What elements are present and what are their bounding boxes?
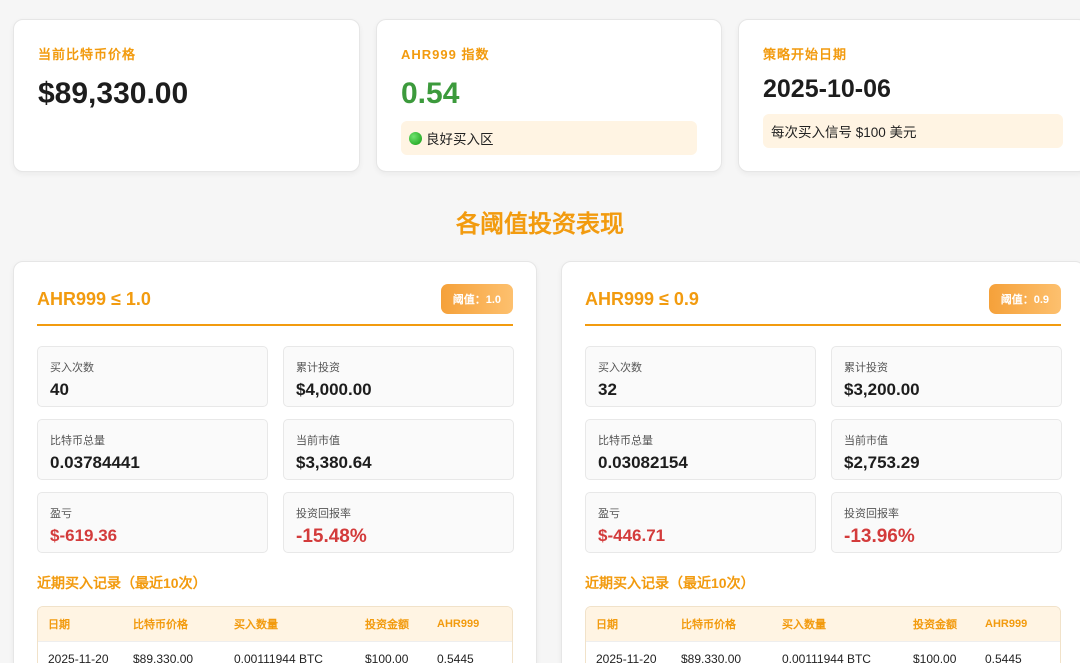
stat-value: $-446.71 xyxy=(598,526,666,545)
cell-date: 2025-11-20 xyxy=(596,651,657,663)
start-date-card: 策略开始日期 2025-10-06 每次买入信号 $100 美元 xyxy=(738,19,1080,172)
header-invest: 投资金额 xyxy=(913,619,957,631)
stat-label: 累计投资 xyxy=(844,362,888,374)
start-date-label: 策略开始日期 xyxy=(763,47,848,62)
header-amount: 买入数量 xyxy=(234,619,278,631)
ahr-zone-text: 良好买入区 xyxy=(426,132,494,147)
stat-roi: 投资回报率 -15.48% xyxy=(283,492,514,553)
records-table: 日期 比特币价格 买入数量 投资金额 AHR999 2025-11-20 $89… xyxy=(37,606,513,663)
ahr-index-label: AHR999 指数 xyxy=(401,47,490,62)
table-row: 2025-11-20 $89,330.00 0.00111944 BTC $10… xyxy=(586,641,1060,663)
buy-amount-note: 每次买入信号 $100 美元 xyxy=(763,114,1063,148)
stat-label: 买入次数 xyxy=(50,362,94,374)
stat-value: 40 xyxy=(50,380,69,399)
ahr-index-card: AHR999 指数 0.54 良好买入区 xyxy=(376,19,722,172)
stat-value: $-619.36 xyxy=(50,526,118,545)
table-row: 2025-11-20 $89,330.00 0.00111944 BTC $10… xyxy=(38,641,512,663)
stat-buy-count: 买入次数 40 xyxy=(37,346,268,407)
buy-amount-text: 每次买入信号 $100 美元 xyxy=(771,125,917,140)
panel-header: AHR999 ≤ 1.0 阈值：1.0 xyxy=(37,262,513,326)
stat-total-invest: 累计投资 $4,000.00 xyxy=(283,346,514,407)
stat-btc-total: 比特币总量 0.03784441 xyxy=(37,419,268,480)
stat-market-value: 当前市值 $3,380.64 xyxy=(283,419,514,480)
records-table: 日期 比特币价格 买入数量 投资金额 AHR999 2025-11-20 $89… xyxy=(585,606,1061,663)
stats-grid: 买入次数 32 累计投资 $3,200.00 比特币总量 0.03082154 … xyxy=(585,346,1062,553)
cell-invest: $100.00 xyxy=(913,651,957,663)
stat-label: 盈亏 xyxy=(50,508,72,520)
btc-price-value: $89,330.00 xyxy=(38,77,189,110)
cell-amount: 0.00111944 BTC xyxy=(234,651,323,663)
threshold-badge: 阈值：1.0 xyxy=(440,284,513,314)
header-amount: 买入数量 xyxy=(782,619,826,631)
stat-value: $4,000.00 xyxy=(296,380,372,399)
stat-total-invest: 累计投资 $3,200.00 xyxy=(831,346,1062,407)
stat-pnl: 盈亏 $-446.71 xyxy=(585,492,816,553)
stat-market-value: 当前市值 $2,753.29 xyxy=(831,419,1062,480)
header-date: 日期 xyxy=(596,619,618,631)
section-title: 各阈值投资表现 xyxy=(456,211,624,238)
header-invest: 投资金额 xyxy=(365,619,409,631)
stat-value: $3,200.00 xyxy=(844,380,920,399)
cell-price: $89,330.00 xyxy=(133,651,194,663)
table-header: 日期 比特币价格 买入数量 投资金额 AHR999 xyxy=(38,607,512,641)
stat-label: 比特币总量 xyxy=(598,435,653,447)
stat-label: 比特币总量 xyxy=(50,435,105,447)
panel-header: AHR999 ≤ 0.9 阈值：0.9 xyxy=(585,262,1061,326)
header-price: 比特币价格 xyxy=(133,619,188,631)
cell-price: $89,330.00 xyxy=(681,651,742,663)
btc-price-card: 当前比特币价格 $89,330.00 xyxy=(13,19,360,172)
stat-label: 投资回报率 xyxy=(296,508,351,520)
stat-buy-count: 买入次数 32 xyxy=(585,346,816,407)
stat-value: 0.03784441 xyxy=(50,453,140,472)
threshold-panel-0.9: AHR999 ≤ 0.9 阈值：0.9 买入次数 32 累计投资 $3,200.… xyxy=(561,261,1080,663)
ahr-zone-note: 良好买入区 xyxy=(401,121,697,155)
stat-value: -13.96% xyxy=(844,526,915,547)
cell-date: 2025-11-20 xyxy=(48,651,109,663)
stat-label: 累计投资 xyxy=(296,362,340,374)
start-date-value: 2025-10-06 xyxy=(763,75,891,103)
threshold-badge: 阈值：0.9 xyxy=(988,284,1061,314)
records-title: 近期买入记录（最近10次） xyxy=(37,575,207,591)
stat-label: 当前市值 xyxy=(844,435,888,447)
cell-invest: $100.00 xyxy=(365,651,409,663)
header-date: 日期 xyxy=(48,619,70,631)
stats-grid: 买入次数 40 累计投资 $4,000.00 比特币总量 0.03784441 … xyxy=(37,346,514,553)
stat-value: 32 xyxy=(598,380,617,399)
stat-value: 0.03082154 xyxy=(598,453,688,472)
cell-ahr: 0.5445 xyxy=(437,651,474,663)
header-ahr: AHR999 xyxy=(985,618,1028,630)
stat-value: $3,380.64 xyxy=(296,453,372,472)
stat-label: 盈亏 xyxy=(598,508,620,520)
green-circle-icon xyxy=(409,131,422,145)
table-header: 日期 比特币价格 买入数量 投资金额 AHR999 xyxy=(586,607,1060,641)
threshold-panel-1.0: AHR999 ≤ 1.0 阈值：1.0 买入次数 40 累计投资 $4,000.… xyxy=(13,261,537,663)
stat-roi: 投资回报率 -13.96% xyxy=(831,492,1062,553)
stat-label: 买入次数 xyxy=(598,362,642,374)
cell-amount: 0.00111944 BTC xyxy=(782,651,871,663)
header-price: 比特币价格 xyxy=(681,619,736,631)
stat-label: 投资回报率 xyxy=(844,508,899,520)
panel-title: AHR999 ≤ 0.9 xyxy=(585,288,699,309)
header-ahr: AHR999 xyxy=(437,618,480,630)
stat-label: 当前市值 xyxy=(296,435,340,447)
panel-title: AHR999 ≤ 1.0 xyxy=(37,288,151,309)
stat-value: -15.48% xyxy=(296,526,367,547)
stat-btc-total: 比特币总量 0.03082154 xyxy=(585,419,816,480)
records-title: 近期买入记录（最近10次） xyxy=(585,575,755,591)
cell-ahr: 0.5445 xyxy=(985,651,1022,663)
ahr-index-value: 0.54 xyxy=(401,77,460,110)
btc-price-label: 当前比特币价格 xyxy=(38,47,137,62)
stat-pnl: 盈亏 $-619.36 xyxy=(37,492,268,553)
stat-value: $2,753.29 xyxy=(844,453,920,472)
